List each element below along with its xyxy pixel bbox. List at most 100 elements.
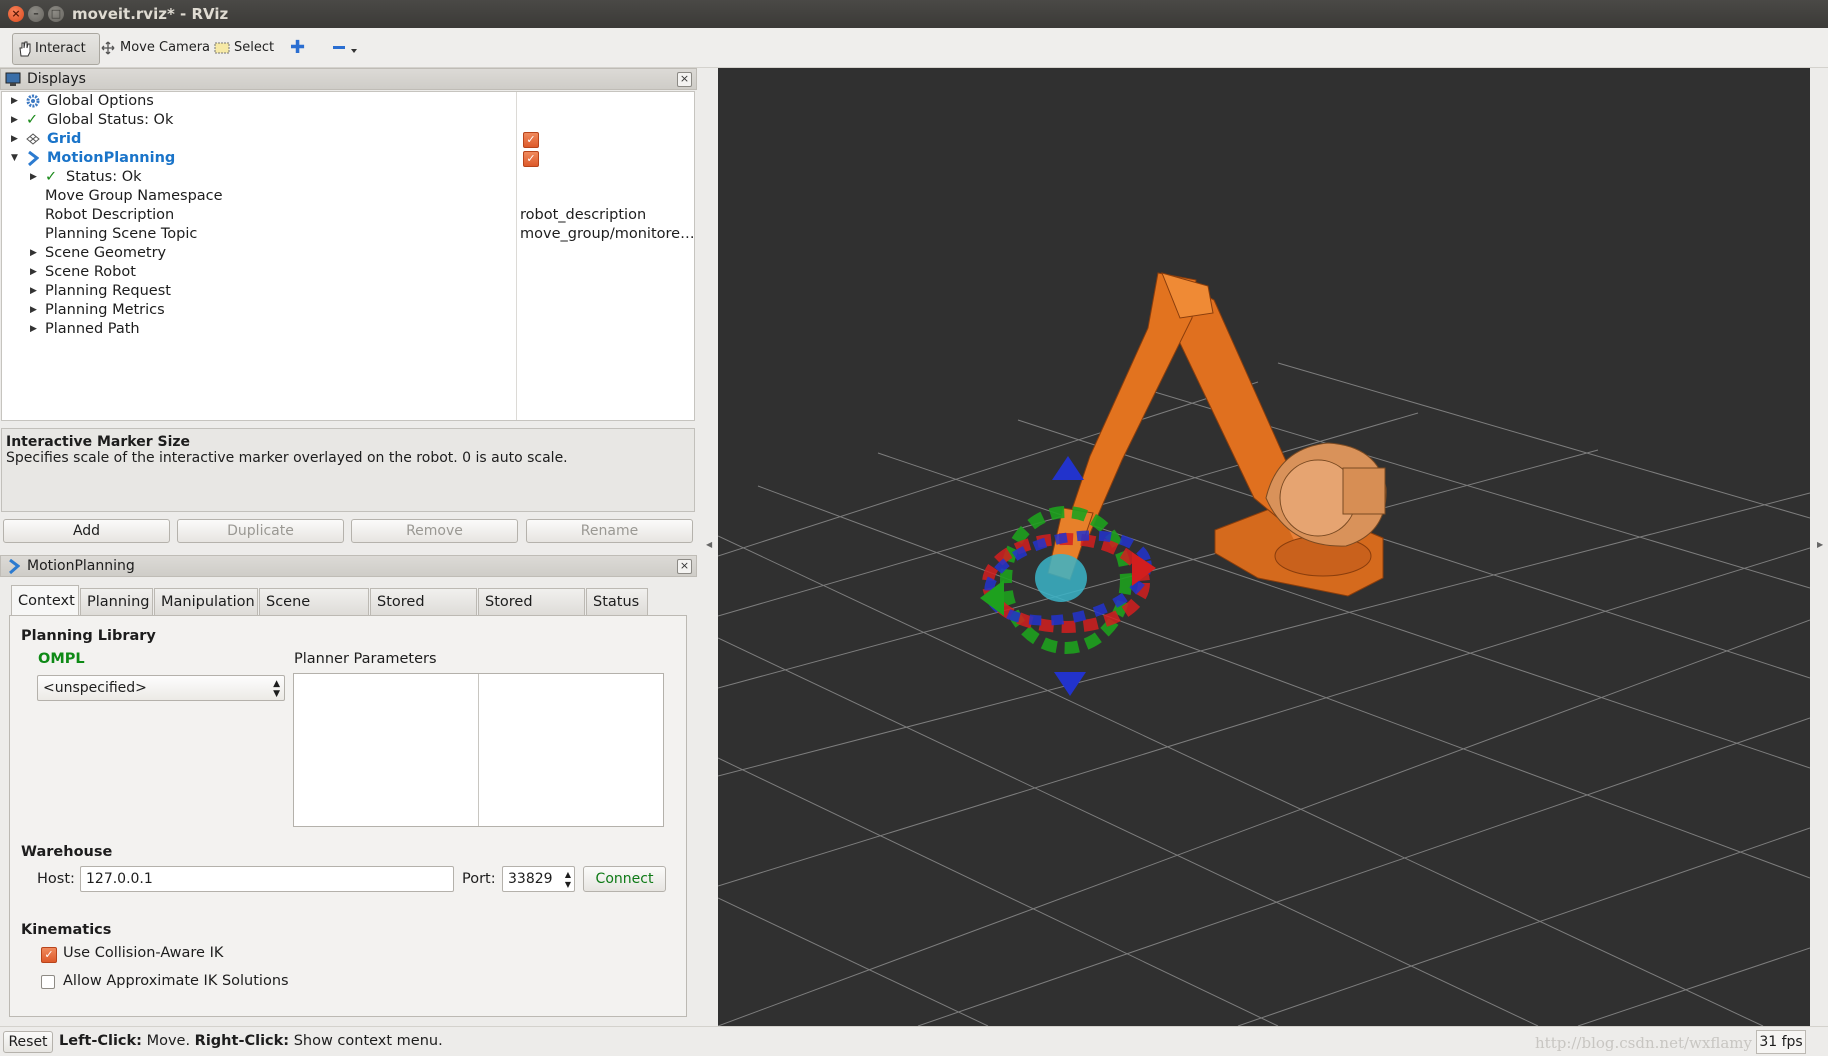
host-input[interactable]: 127.0.0.1 <box>80 866 454 892</box>
hand-icon <box>19 41 31 56</box>
collapse-arrow-icon[interactable]: ▼ <box>11 149 18 168</box>
tab-scene-objects[interactable]: Scene Objects <box>259 588 369 636</box>
tree-label: Planned Path <box>45 321 140 337</box>
tab-stored-states[interactable]: Stored States <box>478 588 585 636</box>
add-tool-plus-icon[interactable]: ✚ <box>290 33 305 63</box>
tab-planning[interactable]: Planning <box>80 588 153 615</box>
displays-panel-header: Displays × <box>0 68 697 90</box>
grid-icon <box>26 133 40 145</box>
motion-planning-icon <box>28 151 39 166</box>
expand-arrow-icon[interactable]: ▶ <box>30 320 37 339</box>
maximize-window-icon[interactable]: □ <box>48 6 64 22</box>
expand-arrow-icon[interactable]: ▶ <box>11 130 18 149</box>
add-display-button[interactable]: Add <box>3 519 170 543</box>
planner-select[interactable]: <unspecified> ▲ ▼ <box>37 675 285 701</box>
displays-tree: ▶ Global Options ▶ ✓ Global Status: Ok ▶… <box>1 91 695 421</box>
close-motion-planning-icon[interactable]: × <box>677 559 692 574</box>
expand-arrow-icon[interactable]: ▶ <box>30 282 37 301</box>
tree-row-robot-description[interactable]: Robot Description robot_description <box>2 206 692 225</box>
tab-status[interactable]: Status <box>586 588 648 615</box>
motion-planning-enabled-checkbox[interactable]: ✓ <box>523 151 539 167</box>
tree-row-planning-scene-topic[interactable]: Planning Scene Topic move_group/monitore… <box>2 225 695 244</box>
tree-label: Status: Ok <box>66 169 142 185</box>
stepper-arrows-icon[interactable]: ▲ ▼ <box>565 867 571 890</box>
tree-label: Global Status: Ok <box>47 112 174 128</box>
tree-row-grid[interactable]: ▶ Grid ✓ <box>2 130 692 149</box>
check-icon: ✓ <box>26 112 39 128</box>
expand-right-panel-icon[interactable]: ▶ <box>1817 540 1823 549</box>
planner-parameters-label: Planner Parameters <box>294 651 437 667</box>
expand-arrow-icon[interactable]: ▶ <box>11 111 18 130</box>
expand-arrow-icon[interactable]: ▶ <box>30 301 37 320</box>
close-window-icon[interactable]: × <box>8 6 24 22</box>
description-title: Interactive Marker Size <box>6 434 191 450</box>
tree-label: Grid <box>47 131 82 147</box>
description-text: Specifies scale of the interactive marke… <box>6 450 568 466</box>
interact-label: Interact <box>35 41 86 56</box>
left-click-label: Left-Click: <box>59 1033 142 1049</box>
expand-arrow-icon[interactable]: ▶ <box>30 263 37 282</box>
minus-dropdown-icon <box>333 45 357 53</box>
right-click-action: Show context menu. <box>293 1033 443 1049</box>
tree-label: Planning Request <box>45 283 171 299</box>
tree-label: Planning Metrics <box>45 302 165 318</box>
tree-value[interactable]: move_group/monitore… <box>520 225 695 244</box>
remove-tool-dropdown[interactable] <box>333 33 363 63</box>
port-value: 33829 <box>508 871 553 887</box>
tree-value[interactable]: robot_description <box>520 206 646 225</box>
viewport-scene <box>717 272 1811 1027</box>
grid-enabled-checkbox[interactable]: ✓ <box>523 132 539 148</box>
right-click-label: Right-Click: <box>194 1033 290 1049</box>
approximate-ik-checkbox[interactable] <box>41 975 55 989</box>
tree-label: Scene Robot <box>45 264 136 280</box>
tree-row-motion-planning[interactable]: ▼ MotionPlanning ✓ <box>2 149 692 168</box>
planning-library-heading: Planning Library <box>21 628 156 644</box>
render-3d-viewport[interactable] <box>717 68 1811 1027</box>
motion-planning-panel-title: MotionPlanning <box>27 558 135 574</box>
collision-aware-ik-label: Use Collision-Aware IK <box>63 945 224 961</box>
duplicate-display-button[interactable]: Duplicate <box>177 519 344 543</box>
tab-stored-scenes[interactable]: Stored Scenes <box>370 588 477 636</box>
connect-button[interactable]: Connect <box>583 866 666 892</box>
select-tool-button[interactable]: Select <box>214 33 274 63</box>
collision-aware-ik-checkbox[interactable]: ✓ <box>41 947 57 963</box>
expand-arrow-icon[interactable]: ▶ <box>30 168 37 187</box>
context-tab-body: Planning Library OMPL Planner Parameters… <box>9 615 687 1017</box>
tree-label: Global Options <box>47 93 154 109</box>
motion-planning-panel-header: MotionPlanning × <box>0 555 697 577</box>
expand-arrow-icon[interactable]: ▶ <box>30 244 37 263</box>
tree-label: MotionPlanning <box>47 150 176 166</box>
tab-context[interactable]: Context <box>11 585 79 616</box>
minimize-window-icon[interactable]: – <box>28 6 44 22</box>
tree-label: Move Group Namespace <box>45 188 223 204</box>
window-title-bar: × – □ moveit.rviz* - RViz <box>0 0 1828 28</box>
close-displays-icon[interactable]: × <box>677 72 692 87</box>
property-description-box: Interactive Marker Size Specifies scale … <box>1 428 695 512</box>
kinematics-heading: Kinematics <box>21 922 112 938</box>
planner-selected-value: <unspecified> <box>43 680 147 696</box>
tab-manipulation[interactable]: Manipulation <box>154 588 258 615</box>
status-message: Left-Click: Move. Right-Click: Show cont… <box>59 1033 443 1049</box>
expand-arrow-icon[interactable]: ▶ <box>11 92 18 111</box>
fps-counter: 31 fps <box>1756 1030 1806 1054</box>
select-label: Select <box>234 40 275 55</box>
collapse-left-panel-icon[interactable]: ◀ <box>706 540 712 549</box>
planner-parameters-table[interactable] <box>293 673 664 827</box>
motion-planning-icon <box>9 559 20 574</box>
reset-button[interactable]: Reset <box>3 1031 53 1053</box>
window-title: moveit.rviz* - RViz <box>72 5 229 23</box>
watermark: http://blog.csdn.net/wxflamy <box>1535 1034 1752 1052</box>
rename-display-button[interactable]: Rename <box>526 519 693 543</box>
main-toolbar: Interact Move Camera Select ✚ <box>0 28 1828 68</box>
table-column-divider <box>478 674 479 826</box>
planning-library-name: OMPL <box>38 651 85 667</box>
monitor-icon <box>5 72 21 86</box>
host-label: Host: <box>37 871 75 887</box>
tree-label: Planning Scene Topic <box>45 226 198 242</box>
port-stepper[interactable]: 33829 ▲ ▼ <box>502 866 575 892</box>
tree-label: Scene Geometry <box>45 245 167 261</box>
move-camera-tool-button[interactable]: Move Camera <box>100 33 210 63</box>
interact-tool-button[interactable]: Interact <box>12 33 100 65</box>
remove-display-button[interactable]: Remove <box>351 519 518 543</box>
check-icon: ✓ <box>45 169 58 185</box>
